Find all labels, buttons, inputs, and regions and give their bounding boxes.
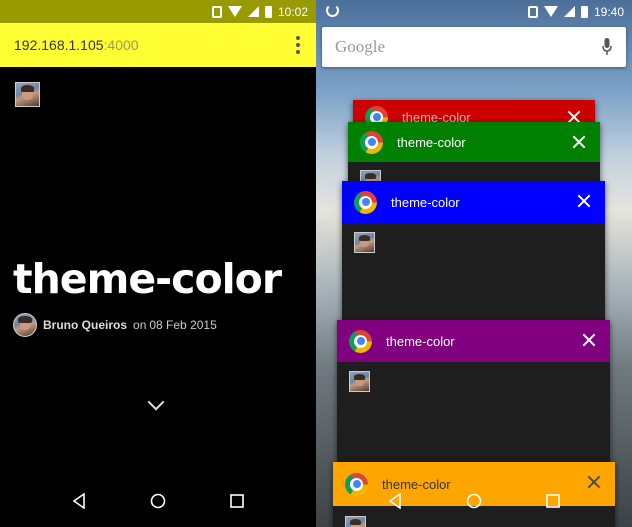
recents-icon[interactable] <box>546 493 560 513</box>
author-avatar <box>13 313 37 337</box>
overflow-menu-icon[interactable] <box>296 36 300 54</box>
close-icon[interactable] <box>577 194 591 208</box>
status-bar: 10:02 <box>0 0 316 23</box>
date-prefix: on <box>133 318 147 332</box>
home-icon[interactable] <box>466 493 482 514</box>
battery-icon <box>264 5 272 18</box>
page-thumbnail <box>349 371 370 392</box>
sync-icon <box>326 4 339 17</box>
google-search-bar[interactable]: Google <box>322 27 626 67</box>
status-icons <box>527 5 588 18</box>
post-title: theme-color <box>13 255 282 303</box>
google-logo: Google <box>335 37 386 56</box>
chevron-down-icon[interactable] <box>147 393 165 411</box>
navigation-bar <box>0 479 316 527</box>
url-port[interactable]: :4000 <box>104 37 139 53</box>
chrome-icon <box>354 190 377 214</box>
vibrate-icon <box>527 5 538 18</box>
tab-card-header[interactable]: theme-color <box>348 122 600 162</box>
tab-title: theme-color <box>397 134 466 150</box>
battery-icon <box>580 5 588 18</box>
tab-card-header[interactable]: theme-color <box>337 320 610 362</box>
wifi-icon <box>543 6 558 17</box>
signal-icon <box>563 6 575 17</box>
close-icon[interactable] <box>572 135 586 149</box>
wifi-icon <box>227 6 242 17</box>
post-date: 08 Feb 2015 <box>149 318 217 332</box>
microphone-icon[interactable] <box>602 37 612 57</box>
status-time: 10:02 <box>277 4 308 19</box>
url-host[interactable]: 192.168.1.105 <box>14 37 104 53</box>
chrome-icon <box>349 329 372 353</box>
post-meta: Bruno Queiros on 08 Feb 2015 <box>13 313 217 337</box>
tab-card-header[interactable]: theme-color <box>342 181 605 223</box>
site-avatar[interactable] <box>15 82 40 107</box>
status-icons <box>211 5 272 18</box>
tab-card[interactable]: theme-color <box>337 320 610 470</box>
left-phone-screen: 10:02 192.168.1.105:4000 theme-color Bru… <box>0 0 316 527</box>
address-bar[interactable]: 192.168.1.105:4000 <box>0 23 316 67</box>
chrome-icon <box>360 130 383 154</box>
recents-icon[interactable] <box>230 493 244 513</box>
status-time: 19:40 <box>593 4 624 19</box>
page-thumbnail <box>354 232 375 253</box>
navigation-bar <box>316 479 632 527</box>
back-icon[interactable] <box>72 491 86 514</box>
status-bar: 19:40 <box>316 0 632 23</box>
close-icon[interactable] <box>582 333 596 347</box>
signal-icon <box>247 6 259 17</box>
tab-title: theme-color <box>391 194 460 210</box>
author-name[interactable]: Bruno Queiros <box>43 318 127 332</box>
home-icon[interactable] <box>150 493 166 514</box>
tab-title: theme-color <box>386 333 455 349</box>
back-icon[interactable] <box>388 491 402 514</box>
right-phone-screen: 19:40 Google theme-color theme-color the… <box>316 0 632 527</box>
tab-card[interactable]: theme-color <box>342 181 605 331</box>
vibrate-icon <box>211 5 222 18</box>
